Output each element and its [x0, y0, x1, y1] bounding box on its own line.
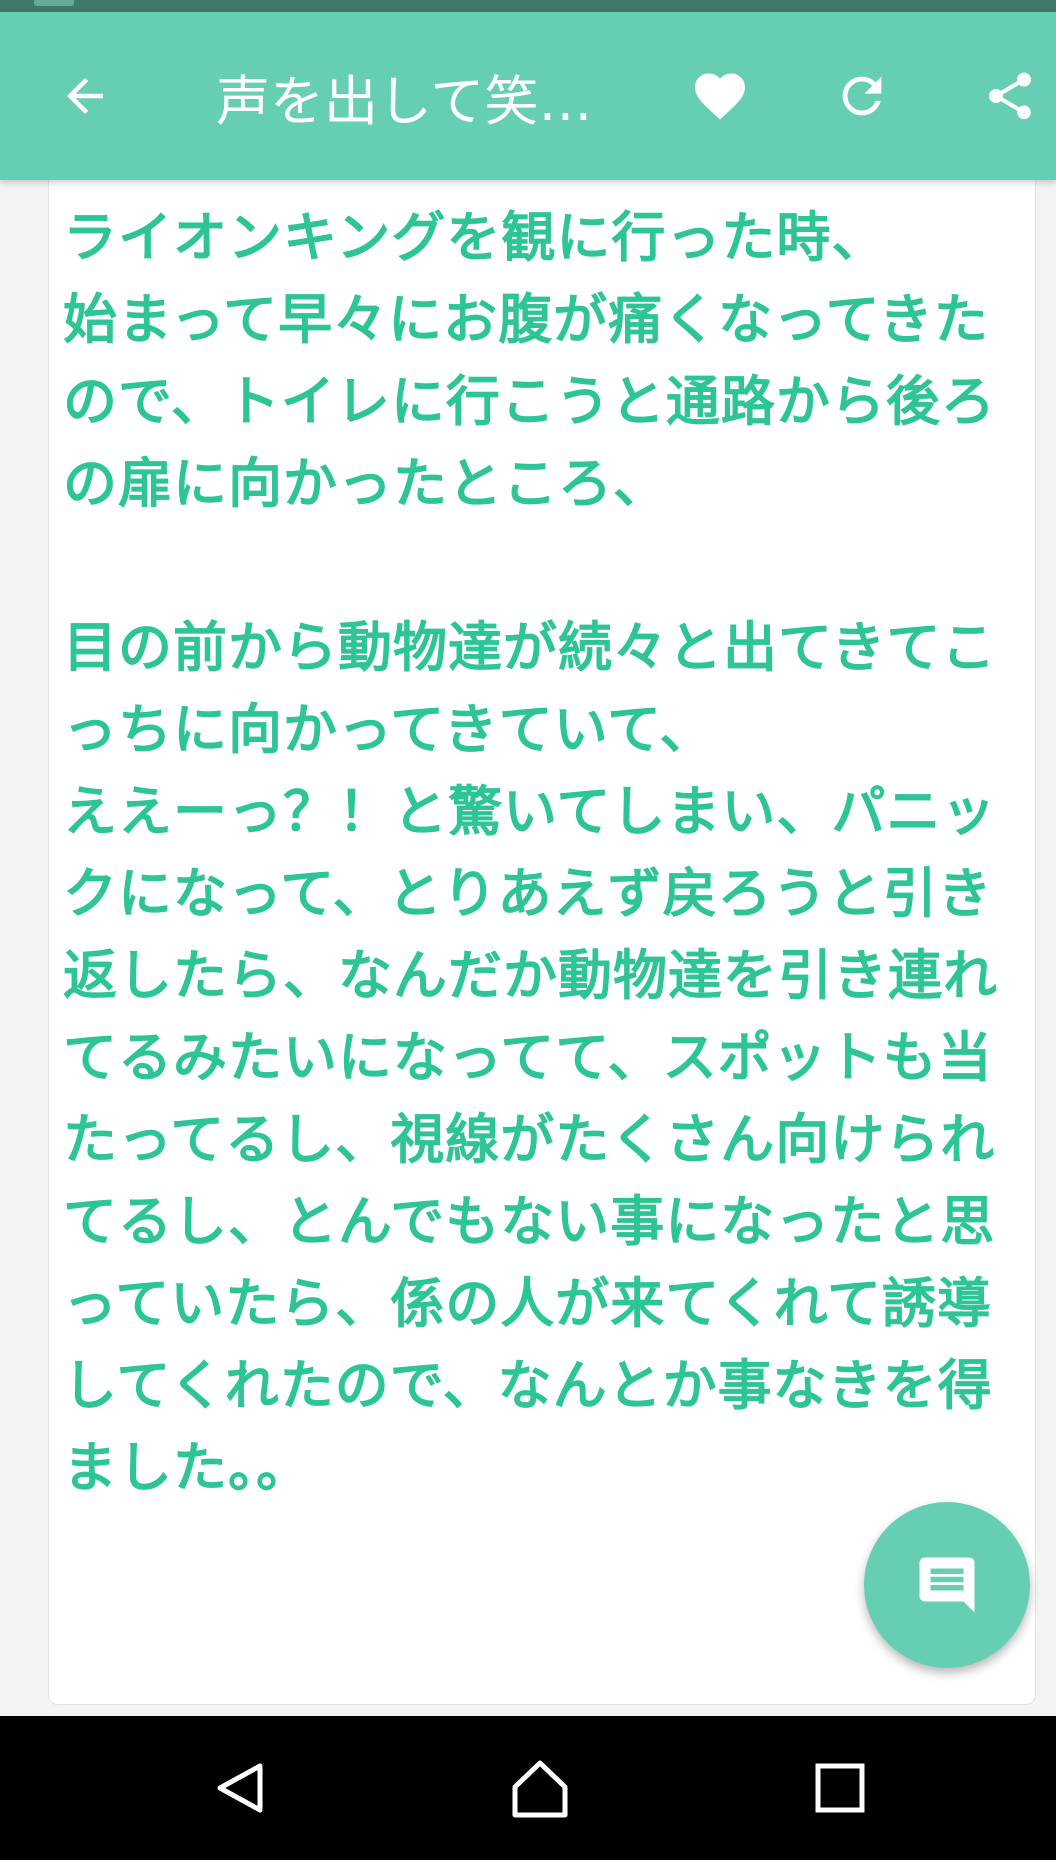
back-button[interactable] [40, 12, 130, 180]
post-card: ライオンキングを観に行った時、 始まって早々にお腹が痛くなってきたので、トイレに… [48, 150, 1036, 1705]
nav-recent-icon [815, 1763, 865, 1813]
page-title: 声を出して笑… [216, 69, 593, 133]
refresh-icon [842, 76, 882, 116]
nav-recent-button[interactable] [780, 1716, 900, 1860]
reload-button[interactable] [822, 12, 902, 180]
post-body: ライオンキングを観に行った時、 始まって早々にお腹が痛くなってきたので、トイレに… [63, 206, 998, 1499]
share-icon [989, 72, 1031, 120]
app-bar: 声を出して笑… [0, 12, 1056, 180]
status-bar [0, 0, 1056, 12]
nav-back-icon [217, 1763, 263, 1813]
nav-home-button[interactable] [480, 1716, 600, 1860]
comment-button[interactable] [864, 1502, 1030, 1668]
arrow-left-icon [67, 78, 103, 114]
heart-icon [695, 73, 745, 120]
favorite-button[interactable] [680, 12, 760, 180]
nav-home-icon [512, 1760, 568, 1818]
status-indicator [34, 0, 74, 6]
nav-back-button[interactable] [180, 1716, 300, 1860]
system-nav-bar [0, 1716, 1056, 1860]
comment-icon [919, 1557, 975, 1613]
share-button[interactable] [970, 12, 1050, 180]
